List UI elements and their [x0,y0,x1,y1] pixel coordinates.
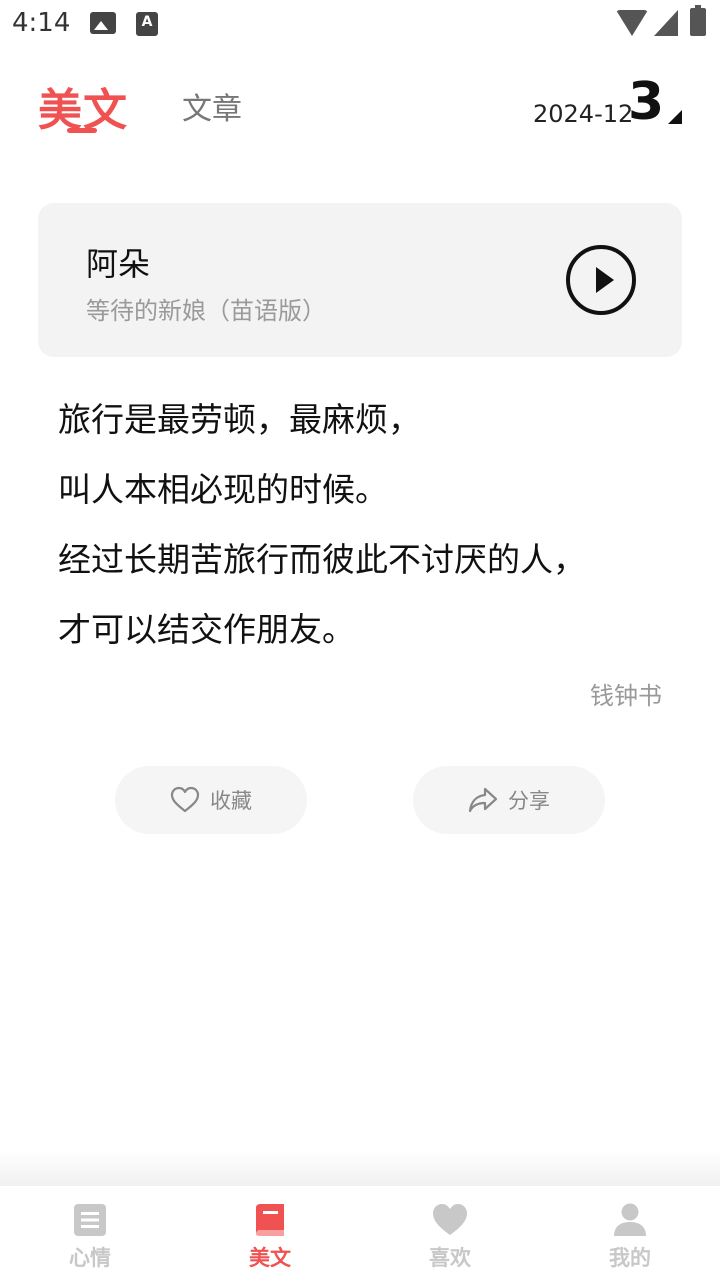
share-label: 分享 [508,789,550,813]
nav-label-mood: 心情 [69,1246,111,1270]
book-icon [256,1204,284,1236]
document-icon [74,1204,106,1236]
favorite-button[interactable]: 收藏 [115,766,307,834]
signal-icon [654,10,678,36]
status-bar: 4:14 A [0,0,720,50]
nav-item-meiwen[interactable]: 美文 [180,1186,360,1280]
image-notification-icon [90,12,116,34]
quote-line: 叫人本相必现的时候。 [58,470,388,509]
favorite-label: 收藏 [210,789,252,813]
nav-label-like: 喜欢 [429,1246,471,1270]
song-artist: 阿朵 [86,245,151,283]
tab-active-indicator [67,128,97,133]
dropdown-triangle-icon[interactable] [668,110,682,124]
share-button[interactable]: 分享 [413,766,605,834]
quote-line: 经过长期苦旅行而彼此不讨厌的人， [58,540,586,579]
nav-item-mine[interactable]: 我的 [540,1186,720,1280]
date-year-month[interactable]: 2024-12 [533,100,633,128]
tab-wenzhang[interactable]: 文章 [182,84,242,128]
quote-text: 旅行是最劳顿，最麻烦， 叫人本相必现的时候。 经过长期苦旅行而彼此不讨厌的人， … [58,396,678,676]
nav-label-meiwen: 美文 [249,1246,291,1270]
person-icon [614,1203,646,1236]
quote-line: 才可以结交作朋友。 [58,610,355,649]
quote-line: 旅行是最劳顿，最麻烦， [58,400,421,439]
keyboard-notification-icon: A [136,12,158,36]
song-title: 等待的新娘（苗语版） [86,297,326,325]
heart-icon [433,1204,467,1235]
play-button[interactable] [566,245,636,315]
date-day[interactable]: 3 [628,72,664,132]
quote-author: 钱钟书 [590,682,662,710]
music-card[interactable]: 阿朵 等待的新娘（苗语版） [38,203,682,357]
nav-label-mine: 我的 [609,1246,651,1270]
nav-item-mood[interactable]: 心情 [0,1186,180,1280]
bottom-nav-shadow [0,1150,720,1186]
wifi-icon [616,10,648,36]
bottom-nav: 心情 美文 喜欢 我的 [0,1186,720,1280]
status-time: 4:14 [12,8,71,38]
nav-item-like[interactable]: 喜欢 [360,1186,540,1280]
share-icon [468,787,498,813]
heart-outline-icon [170,786,200,813]
battery-icon [690,5,706,36]
